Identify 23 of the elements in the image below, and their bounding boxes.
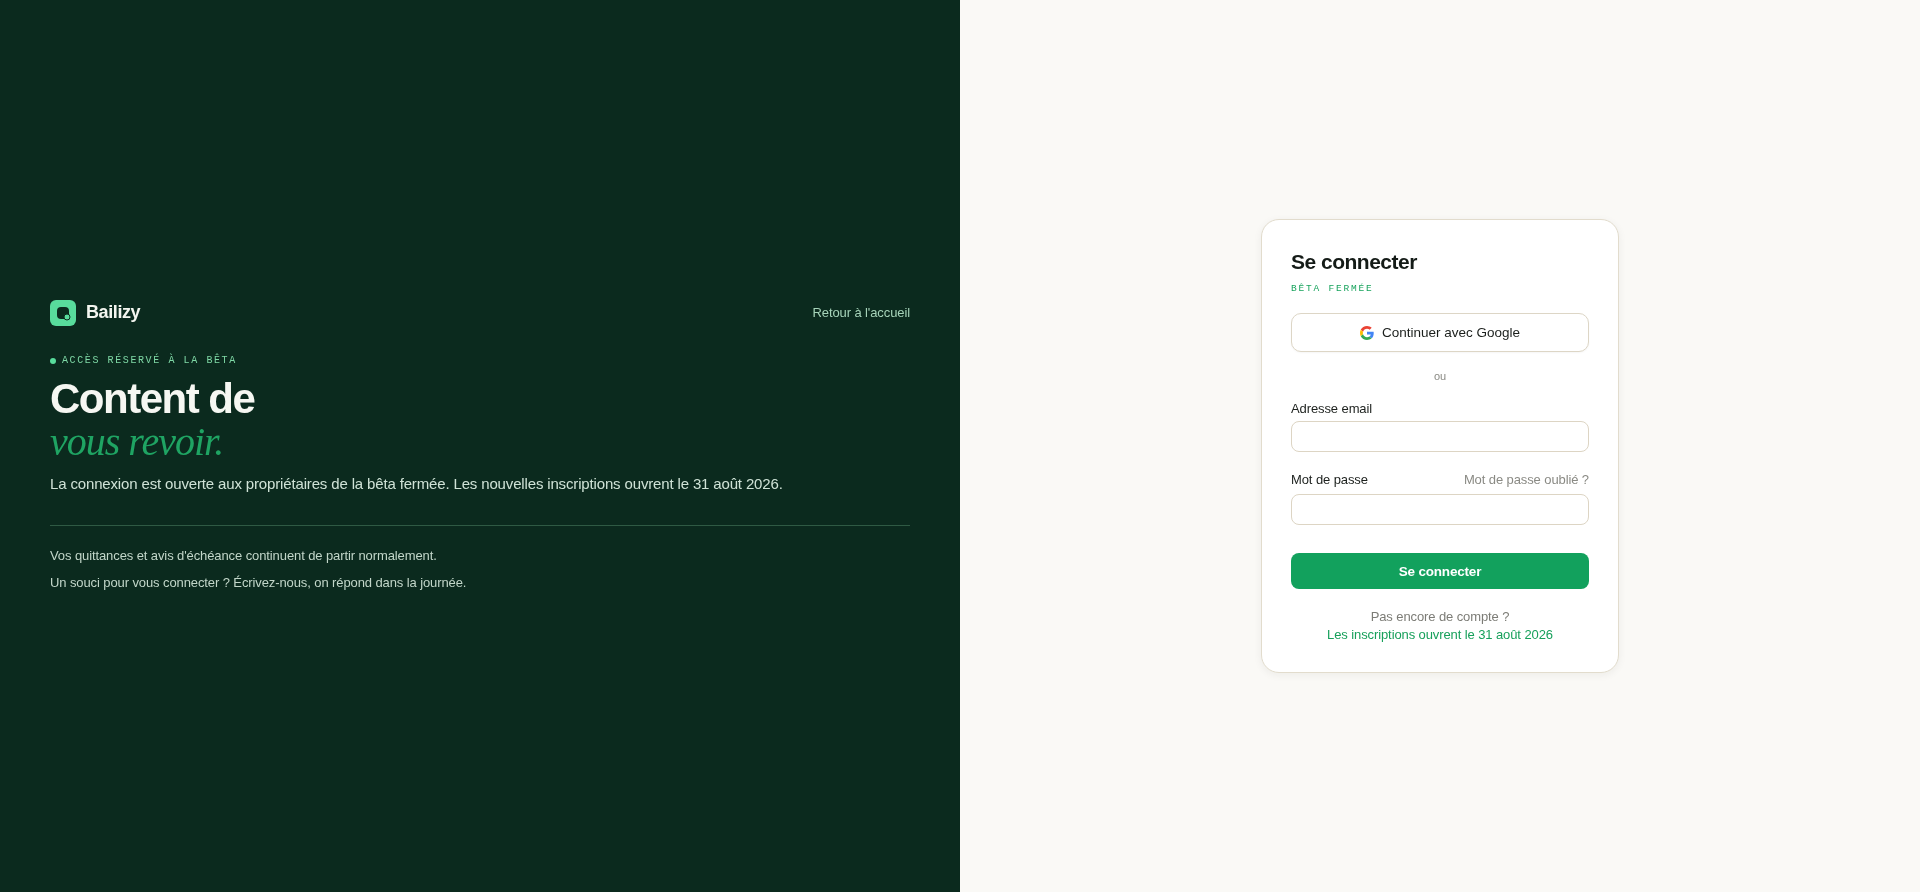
note-text: Un souci pour vous connecter ? Écrivez-nous, on répond dans la journée. (50, 573, 467, 592)
signup-note: Pas encore de compte ? Les inscriptions ouvrent le 31 août 2026 (1326, 608, 1554, 644)
lead-paragraph: La connexion est ouverte aux propriétaires de la bêta fermée. Les nouvelles inscriptions ouvrent le 31 août 2026. (50, 473, 783, 494)
dot-icon (50, 357, 56, 364)
forgot-password-link[interactable]: Mot de passe oublié ? (1463, 471, 1589, 489)
eyebrow-label: ACCÈS RÉSERVÉ À LA BÊTA (62, 353, 237, 368)
field-label: Adresse email (1291, 400, 1373, 418)
headline-accent: vous revoir. (50, 420, 224, 463)
google-sign-in-button[interactable]: Continuer avec Google (1291, 313, 1589, 352)
brand-name: Bailizy (86, 302, 141, 323)
logo-icon (50, 299, 76, 326)
back-home-link[interactable]: Retour à l'accueil (812, 305, 910, 320)
beta-label: BÊTA FERMÉE (1291, 282, 1374, 296)
submit-button[interactable]: Se connecter (1291, 553, 1589, 589)
signup-link[interactable]: Les inscriptions ouvrent le 31 août 2026 (1327, 627, 1553, 642)
field-label: Mot de passe (1291, 471, 1368, 489)
google-icon (1359, 325, 1374, 340)
note-text: Vos quittances et avis d'échéance continuent de partir normalement. (50, 546, 437, 565)
input-field[interactable] (1291, 421, 1589, 452)
headline: Content de (50, 376, 255, 421)
card-title: Se connecter (1291, 249, 1417, 275)
input-field[interactable] (1291, 494, 1589, 525)
separator-label: ou (1433, 369, 1447, 383)
